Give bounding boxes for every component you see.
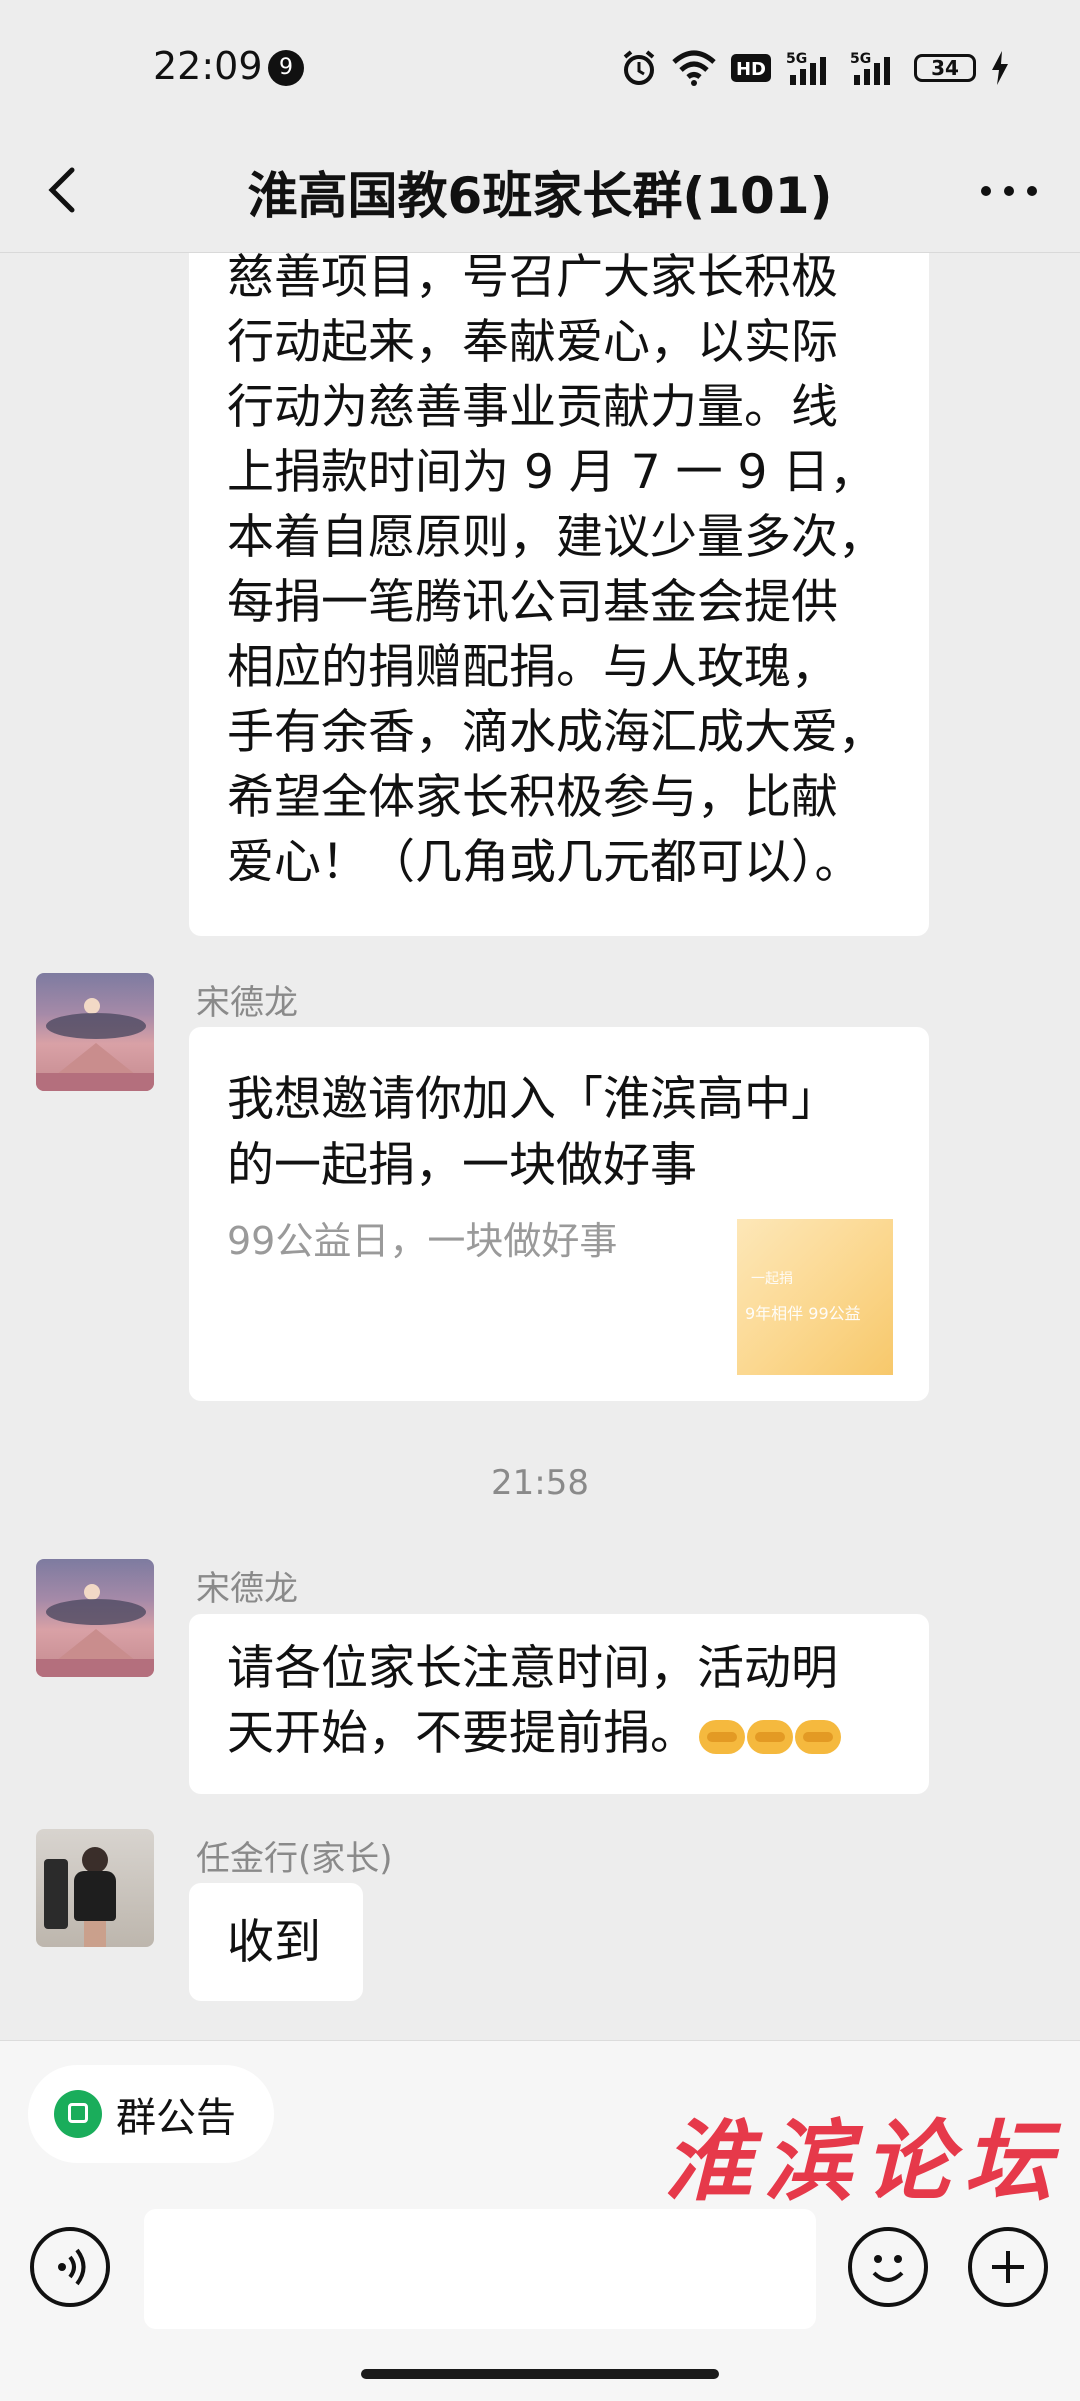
message-line: 上捐款时间为 9 月 7 一 9 日， (227, 445, 877, 500)
notification-badge: 9 (268, 50, 304, 86)
avatar[interactable] (36, 973, 154, 1091)
message-line: 希望全体家长积极参与，比献 (227, 770, 838, 825)
smiley-icon (872, 2255, 904, 2282)
message-line: 相应的捐赠配捐。与人玫瑰， (227, 640, 838, 695)
more-options-icon[interactable] (974, 166, 1044, 216)
network-label: 5G (786, 51, 807, 67)
message-line: 本着自愿原则，建议少量多次， (227, 510, 885, 565)
input-bar: 群公告 淮滨论坛 (0, 2040, 1080, 2401)
group-notice-button[interactable]: 群公告 (28, 2065, 274, 2163)
handshake-emoji-icon (795, 1719, 841, 1754)
card-title: 的一起捐，一块做好事 (227, 1138, 697, 1193)
sender-name: 任金行(家长) (196, 1839, 393, 1879)
group-notice-label: 群公告 (116, 2095, 236, 2141)
message-line: 爱心！（几角或几元都可以）。 (227, 835, 862, 890)
svg-text:HD: HD (736, 59, 766, 80)
message-line: 天开始，不要提前捐。 (227, 1701, 891, 1766)
card-thumbnail: 一起捐 9年相伴 99公益 (737, 1219, 893, 1375)
chat-title: 淮高国教6班家长群(101) (247, 167, 833, 225)
avatar[interactable] (36, 1829, 154, 1947)
message-line: 每捐一笔腾讯公司基金会提供 (227, 575, 838, 630)
message-input[interactable] (144, 2209, 816, 2329)
charging-icon (992, 51, 1008, 85)
message-line: 手有余香，滴水成海汇成大爱， (227, 705, 885, 760)
voice-icon (58, 2248, 86, 2286)
sender-name: 宋德龙 (196, 1569, 298, 1609)
avatar[interactable] (36, 1559, 154, 1677)
emoji-button[interactable] (848, 2227, 928, 2307)
notice-icon (54, 2090, 102, 2138)
chat-header: 淮高国教6班家长群(101) (0, 130, 1080, 253)
hd-icon: HD (731, 54, 771, 82)
message-line: 请各位家长注意时间，活动明 (227, 1641, 838, 1696)
message-line: 行动起来，奉献爱心，以实际 (227, 315, 838, 370)
watermark: 淮滨论坛 (664, 2109, 1065, 2213)
signal-icon: 5G (850, 51, 890, 85)
message-list[interactable]: 慈善项目，号召广大家长积极 行动起来，奉献爱心，以实际 行动为慈善事业贡献力量。… (0, 253, 1080, 2040)
message-text: 天开始，不要提前捐。 (227, 1706, 697, 1761)
more-functions-button[interactable] (968, 2227, 1048, 2307)
share-card[interactable]: 我想邀请你加入「淮滨高中」 的一起捐，一块做好事 99公益日，一块做好事 一起捐… (189, 1027, 929, 1401)
message-line: 慈善项目，号召广大家长积极 (227, 253, 838, 305)
sender-name: 宋德龙 (196, 983, 298, 1023)
network-label: 5G (850, 51, 871, 67)
handshake-emoji-icon (699, 1719, 745, 1754)
alarm-icon (623, 50, 655, 85)
status-time: 22:09 (153, 44, 263, 88)
home-indicator[interactable] (361, 2369, 719, 2379)
timestamp: 21:58 (491, 1463, 589, 1503)
status-bar: 22:09 9 HD 5G 5G 34 (0, 0, 1080, 130)
message-bubble[interactable]: 请各位家长注意时间，活动明 天开始，不要提前捐。 (189, 1614, 929, 1794)
status-icons: HD 5G 5G 34 (620, 46, 1010, 90)
battery-icon: 34 (914, 54, 976, 82)
wifi-icon (672, 50, 716, 86)
message-line: 行动为慈善事业贡献力量。线 (227, 380, 838, 435)
card-description: 99公益日，一块做好事 (227, 1219, 618, 1263)
message-text: 收到 (227, 1915, 321, 1970)
voice-input-button[interactable] (30, 2227, 110, 2307)
message-bubble[interactable]: 收到 (189, 1883, 363, 2001)
card-title: 我想邀请你加入「淮滨高中」 (227, 1072, 838, 1127)
plus-icon (992, 2251, 1024, 2283)
thumbnail-text: 9年相伴 99公益 (745, 1304, 861, 1323)
signal-icon: 5G (786, 51, 826, 85)
handshake-emoji-icon (747, 1719, 793, 1754)
message-bubble[interactable]: 慈善项目，号召广大家长积极 行动起来，奉献爱心，以实际 行动为慈善事业贡献力量。… (189, 253, 929, 936)
